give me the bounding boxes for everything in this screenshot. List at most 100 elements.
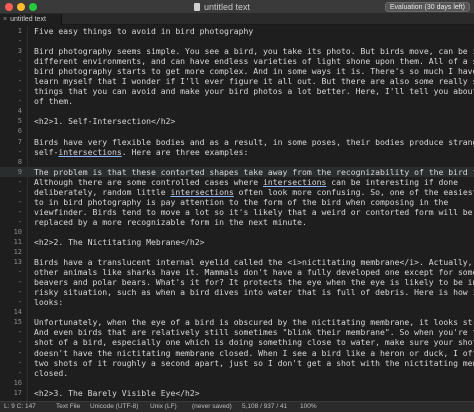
editor-line[interactable]: - bird photography starts to get more com… [0,66,474,76]
line-number: - [17,338,22,347]
minimize-window-button[interactable] [17,3,25,11]
line-number: - [17,368,22,377]
line-text[interactable]: Birds have very flexible bodies and as a… [34,137,474,147]
line-number: - [17,87,22,96]
editor-line[interactable]: - doesn't have the nictitating membrane c… [0,348,474,358]
text-encoding[interactable]: Unicode (UTF-8) [90,402,138,412]
line-number: - [17,57,22,66]
editor-line[interactable]: 3 Bird photography seems simple. You see … [0,46,474,56]
tab-bar: × untitled text [0,14,474,25]
editor-line[interactable]: 8 [0,157,474,167]
text-editor[interactable]: 1 Five easy things to avoid in bird photo… [0,26,474,401]
editor-line[interactable]: - learn myself that I wonder if I'll ever… [0,76,474,86]
line-number: - [17,177,22,186]
line-number: 15 [13,318,22,327]
line-text[interactable]: things that you can avoid and make your … [34,86,474,96]
code-lines: 1 Five easy things to avoid in bird photo… [0,26,474,398]
line-text[interactable]: different environments, and can have end… [34,56,474,66]
editor-line[interactable]: - different environments, and can have en… [0,56,474,66]
editor-line[interactable]: - of them. [0,96,474,106]
line-number: - [17,348,22,357]
line-number: - [17,358,22,367]
editor-line[interactable]: - deliberately, random little intersectio… [0,187,474,197]
line-number: - [17,298,22,307]
zoom-level[interactable]: 100% [300,402,317,412]
editor-line[interactable]: 4 [0,106,474,116]
editor-line[interactable]: - And even birds that are relatively stil… [0,327,474,337]
evaluation-badge[interactable]: Evaluation (30 days left) [384,2,470,12]
line-number: 16 [13,378,22,387]
editor-line[interactable]: 13 Birds have a translucent internal eyel… [0,257,474,267]
line-text[interactable]: replaced by a more recognizable form in … [34,217,307,227]
line-text[interactable]: <h2>1. Self-Intersection</h2> [34,116,175,126]
line-text[interactable]: doesn't have the nictitating membrane cl… [34,348,474,358]
line-number: 1 [17,27,22,35]
line-text[interactable]: self-intersections. Here are three examp… [34,147,248,157]
editor-line[interactable]: - risky situation, such as when a bird di… [0,287,474,297]
line-text[interactable]: risky situation, such as when a bird div… [34,287,474,297]
line-text[interactable]: to in bird photography is pay attention … [34,197,448,207]
tab-untitled-text[interactable]: × untitled text [0,14,62,25]
line-text[interactable]: learn myself that I wonder if I'll ever … [34,76,474,86]
editor-line[interactable]: - things that you can avoid and make your… [0,86,474,96]
line-number: - [17,97,22,106]
editor-line[interactable]: 10 [0,227,474,237]
editor-line[interactable]: 5 <h2>1. Self-Intersection</h2> [0,116,474,126]
editor-line[interactable]: 12 [0,247,474,257]
editor-line[interactable]: - self-intersections. Here are three exam… [0,147,474,157]
cursor-position[interactable]: L: 9 C: 147 [4,402,36,412]
editor-line[interactable]: - two shots of it roughly a second apart,… [0,358,474,368]
editor-line[interactable]: - other animals like sharks have it. Mamm… [0,267,474,277]
line-text[interactable]: looks: [34,297,63,307]
line-text[interactable]: other animals like sharks have it. Mamma… [34,267,474,277]
line-text[interactable]: shot of a bird, especially one which is … [34,337,474,347]
editor-line[interactable]: - replaced by a more recognizable form in… [0,217,474,227]
line-text[interactable]: of them. [34,96,73,106]
editor-line[interactable]: - closed. [0,368,474,378]
line-text[interactable]: <h2>3. The Barely Visible Eye</h2> [34,388,200,398]
editor-line[interactable]: 17 <h2>3. The Barely Visible Eye</h2> [0,388,474,398]
line-number: 13 [13,258,22,267]
line-text[interactable]: Birds have a translucent internal eyelid… [34,257,474,267]
zoom-window-button[interactable] [29,3,37,11]
line-text[interactable]: viewfinder. Birds tend to move a lot so … [34,207,473,217]
line-text[interactable]: And even birds that are relatively still… [34,327,474,337]
line-text[interactable]: two shots of it roughly a second apart, … [34,358,474,368]
close-window-button[interactable] [5,3,13,11]
line-text[interactable]: Although there are some controlled cases… [34,177,458,187]
document-stats: 5,108 / 937 / 41 [242,403,288,410]
line-text[interactable]: Bird photography seems simple. You see a… [34,46,474,56]
editor-line[interactable]: - to in bird photography is pay attention… [0,197,474,207]
line-number: 9 [17,167,22,176]
editor-line[interactable]: 14 [0,307,474,317]
line-text[interactable]: beavers and polar bears. What's it for? … [34,277,474,287]
editor-line[interactable]: - viewfinder. Birds tend to move a lot so… [0,207,474,217]
editor-line[interactable]: 6 [0,126,474,136]
editor-line[interactable]: - beavers and polar bears. What's it for?… [0,277,474,287]
line-number: 11 [13,237,22,246]
editor-line[interactable]: - shot of a bird, especially one which is… [0,337,474,347]
editor-line[interactable]: 7 Birds have very flexible bodies and as … [0,137,474,147]
editor-line[interactable]: 1 Five easy things to avoid in bird photo… [0,26,474,36]
editor-line[interactable]: 9 The problem is that these contorted sha… [0,166,474,177]
line-text[interactable]: <h2>2. The Nictitating Mebrane</h2> [34,237,205,247]
line-text[interactable]: closed. [34,368,68,378]
line-number: - [17,328,22,337]
editor-line[interactable]: 16 [0,378,474,388]
line-number: 17 [13,388,22,397]
editor-line[interactable]: - [0,36,474,46]
line-endings[interactable]: Unix (LF) [150,402,177,412]
line-text[interactable]: Unfortunately, when the eye of a bird is… [34,317,474,327]
line-text[interactable]: The problem is that these contorted shap… [34,167,474,177]
line-text[interactable]: deliberately, random little intersection… [34,187,474,197]
line-number: - [17,278,22,287]
editor-line[interactable]: 15 Unfortunately, when the eye of a bird … [0,317,474,327]
close-tab-icon[interactable]: × [3,16,7,23]
editor-line[interactable]: - Although there are some controlled case… [0,177,474,187]
line-text[interactable]: Five easy things to avoid in bird photog… [34,26,253,36]
line-number: 4 [17,107,22,116]
editor-line[interactable]: 11 <h2>2. The Nictitating Mebrane</h2> [0,237,474,247]
line-text[interactable]: bird photography starts to get more comp… [34,66,474,76]
editor-line[interactable]: - looks: [0,297,474,307]
file-type[interactable]: Text File [56,402,80,412]
